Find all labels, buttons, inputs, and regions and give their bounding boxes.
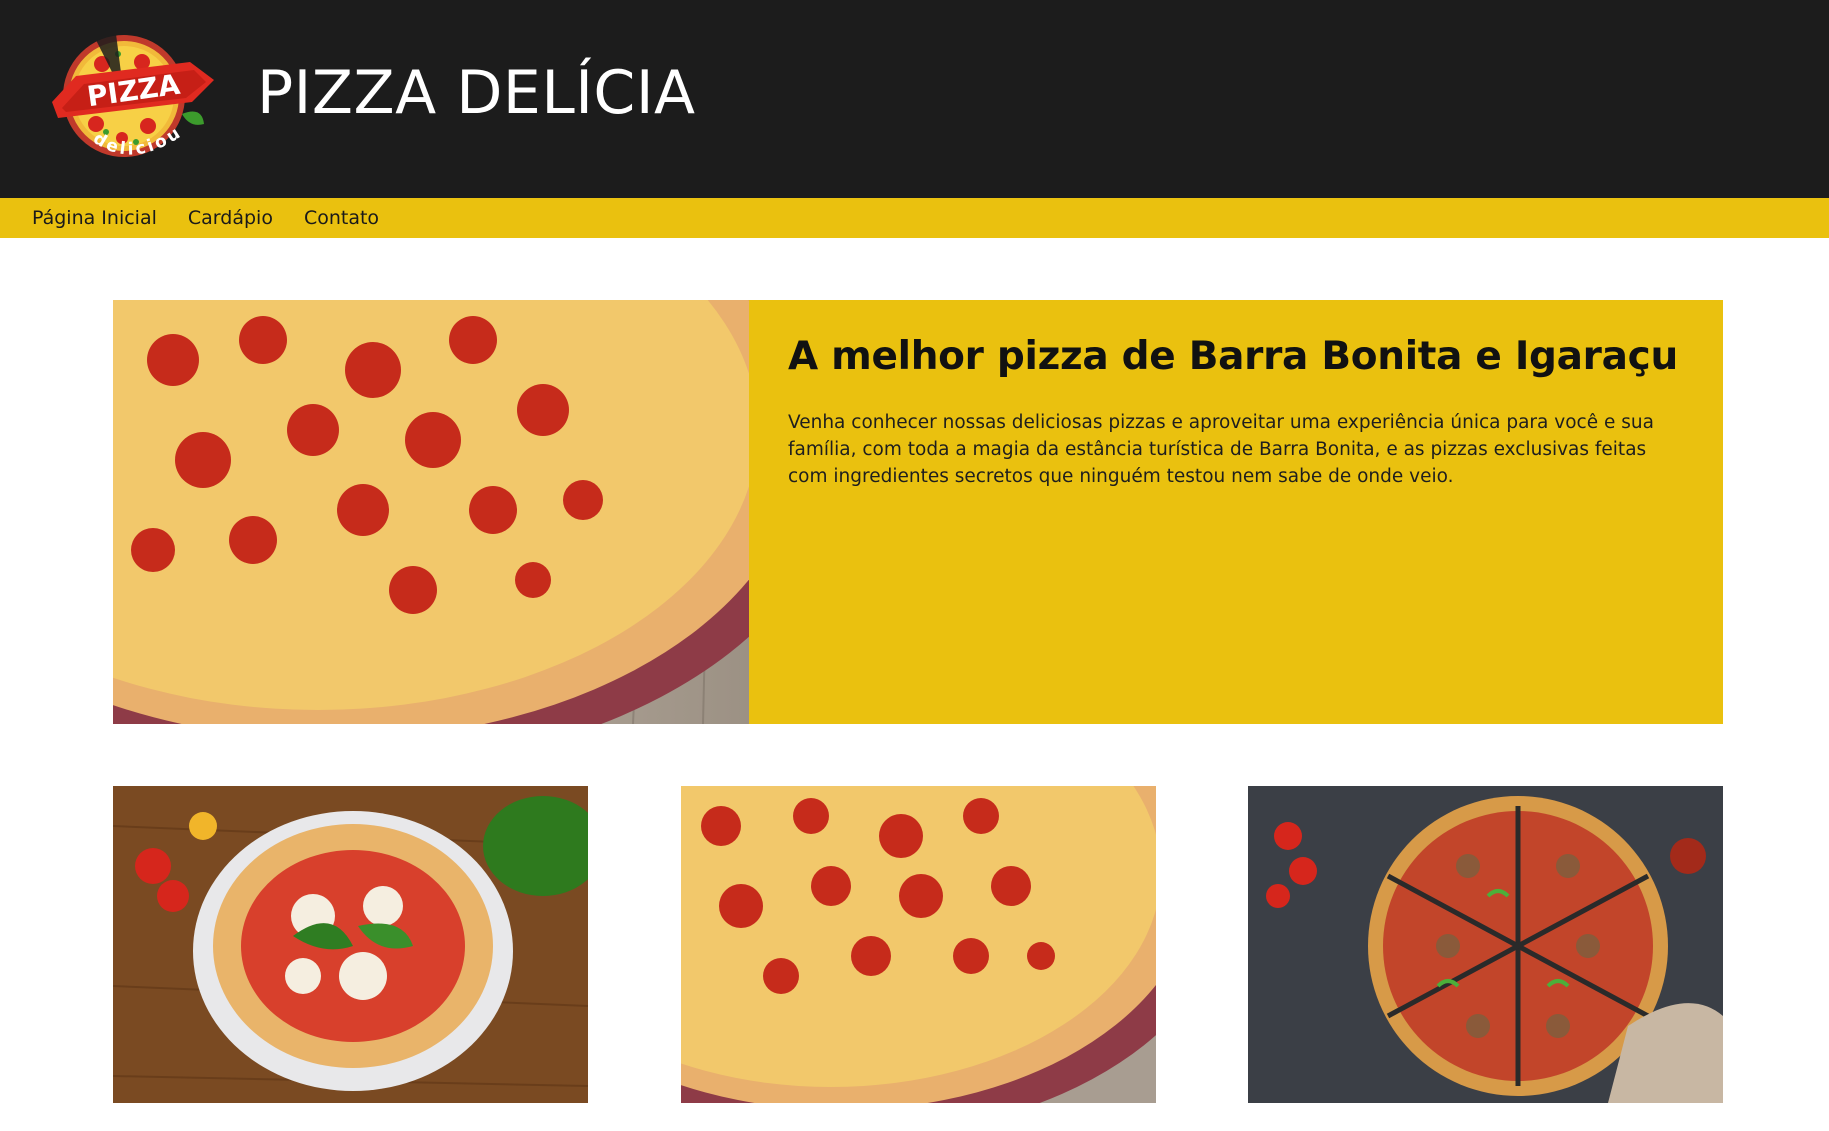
site-header: PIZZA delicious PIZZA DELÍCIA [0, 0, 1829, 198]
hero-pepperoni-image [113, 300, 749, 724]
hero-panel: A melhor pizza de Barra Bonita e Igaraçu… [749, 300, 1723, 724]
gallery-image-pepperoni [681, 786, 1156, 1103]
main-nav: Página Inicial Cardápio Contato [0, 198, 1829, 238]
nav-item-menu[interactable]: Cardápio [188, 207, 273, 229]
nav-item-home[interactable]: Página Inicial [32, 207, 157, 229]
gallery-image-sliced-pizza [1248, 786, 1723, 1103]
hero-text: Venha conhecer nossas deliciosas pizzas … [788, 412, 1654, 487]
hero-title: A melhor pizza de Barra Bonita e Igaraçu [788, 334, 1678, 379]
hero-section: A melhor pizza de Barra Bonita e Igaraçu… [113, 300, 1723, 724]
site-title: PIZZA DELÍCIA [257, 58, 696, 128]
nav-item-contact[interactable]: Contato [304, 207, 379, 229]
pizza-logo[interactable]: PIZZA delicious [37, 0, 219, 181]
gallery-image-margherita [113, 786, 588, 1103]
pizza-logo-icon: PIZZA delicious [37, 0, 214, 160]
